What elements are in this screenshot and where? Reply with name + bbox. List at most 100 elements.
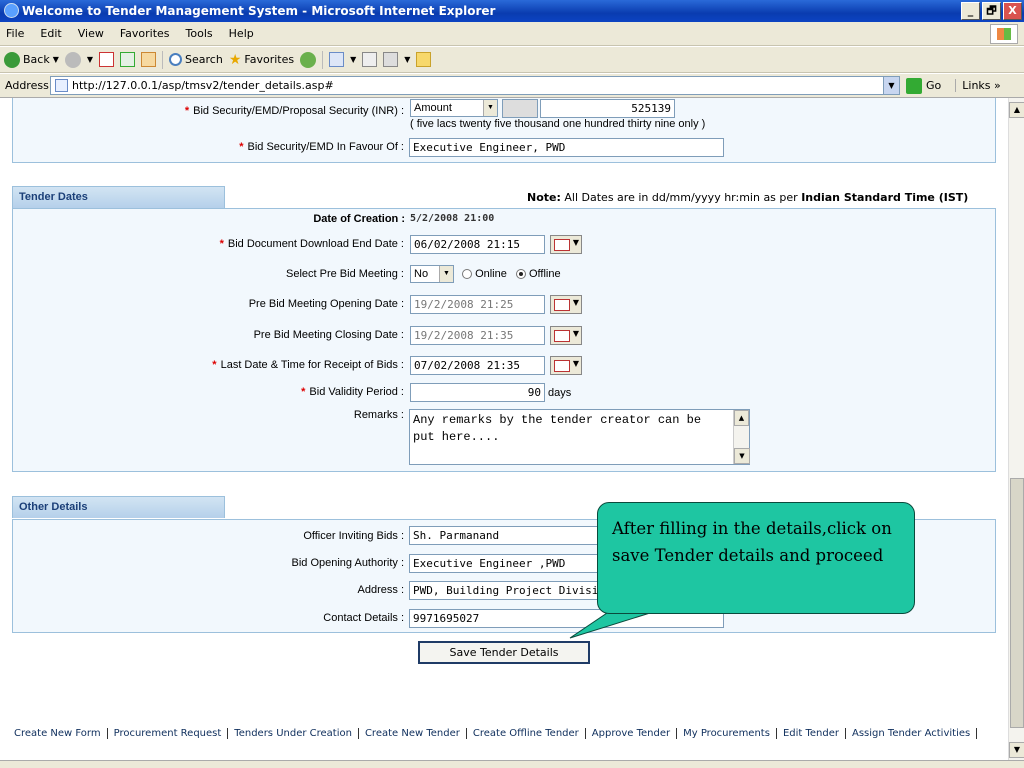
scroll-down-icon[interactable]: ▼ xyxy=(1009,742,1024,758)
footer-link[interactable]: Create Offline Tender xyxy=(467,728,586,739)
status-bar xyxy=(0,760,1024,768)
window-title-bar: Welcome to Tender Management System - Mi… xyxy=(0,0,1024,22)
remarks-textarea[interactable]: Any remarks by the tender creator can be… xyxy=(409,409,750,465)
go-button[interactable]: Go xyxy=(906,77,941,94)
bid-validity-label: * Bid Validity Period : xyxy=(301,386,404,398)
window-controls: _ 🗗 X xyxy=(961,2,1022,20)
chevron-down-icon: ▼ xyxy=(483,100,497,116)
calendar-icon[interactable]: ▼ xyxy=(550,235,582,254)
print-icon[interactable] xyxy=(362,52,378,67)
menu-bar: File Edit View Favorites Tools Help xyxy=(0,22,1024,46)
menu-edit[interactable]: Edit xyxy=(40,27,61,40)
officer-label: Officer Inviting Bids : xyxy=(303,530,404,542)
bid-security-favour-input[interactable]: Executive Engineer, PWD xyxy=(409,138,724,157)
footer-link[interactable]: Edit Tender xyxy=(777,728,846,739)
scroll-thumb[interactable] xyxy=(1010,478,1024,728)
window-title: Welcome to Tender Management System - Mi… xyxy=(22,4,496,18)
folder-icon[interactable] xyxy=(416,52,432,67)
footer-link[interactable]: Create New Tender xyxy=(359,728,467,739)
footer-link[interactable]: Create New Form xyxy=(8,728,108,739)
footer-link[interactable]: Procurement Request xyxy=(108,728,229,739)
footer-link[interactable]: Approve Tender xyxy=(586,728,678,739)
scroll-up-icon[interactable]: ▲ xyxy=(1009,102,1024,118)
address-bar: Address http://127.0.0.1/asp/tmsv2/tende… xyxy=(0,74,1024,98)
address-input[interactable]: http://127.0.0.1/asp/tmsv2/tender_detail… xyxy=(50,76,900,95)
footer-link[interactable]: My Procurements xyxy=(677,728,777,739)
favorites-button[interactable]: ★ Favorites xyxy=(229,52,294,68)
contact-label: Contact Details : xyxy=(323,612,404,624)
pre-bid-opening-label: Pre Bid Meeting Opening Date : xyxy=(248,298,404,310)
edit-icon[interactable] xyxy=(383,52,399,67)
star-icon: ★ xyxy=(228,51,242,68)
go-arrow-icon xyxy=(906,77,922,94)
calendar-icon[interactable]: ▼ xyxy=(550,356,582,375)
bid-security-label: * Bid Security/EMD/Proposal Security (INR… xyxy=(184,105,404,117)
page-scrollbar[interactable]: ▲ ▼ xyxy=(1008,98,1024,760)
creation-date-label: Date of Creation : xyxy=(313,213,405,225)
pre-bid-opening-input[interactable]: 19/2/2008 21:25 xyxy=(410,295,545,314)
validity-unit: days xyxy=(548,387,572,399)
page-icon xyxy=(55,79,68,92)
menu-tools[interactable]: Tools xyxy=(186,27,213,40)
remarks-scrollbar[interactable]: ▲ ▼ xyxy=(733,410,750,464)
amount-in-words: ( five lacs twenty five thousand one hun… xyxy=(410,118,706,130)
browser-toolbar: Back ▼ ▼ Search ★ Favorites ▼ ▼ xyxy=(0,47,1024,73)
footer-nav: Create New Form Procurement Request Tend… xyxy=(0,718,1008,760)
pre-bid-meeting-label: Select Pre Bid Meeting : xyxy=(285,268,404,280)
callout-annotation: After filling in the details,click on sa… xyxy=(597,502,915,614)
stop-icon[interactable] xyxy=(99,52,115,67)
calendar-icon[interactable]: ▼ xyxy=(550,295,582,314)
mail-icon[interactable] xyxy=(329,52,345,67)
menu-help[interactable]: Help xyxy=(229,27,254,40)
chevron-down-icon: ▼ xyxy=(439,266,453,282)
pre-bid-meeting-select[interactable]: No ▼ xyxy=(410,265,454,283)
search-button[interactable]: Search xyxy=(169,53,223,66)
bid-security-favour-label: * Bid Security/EMD In Favour Of : xyxy=(239,141,404,153)
save-tender-details-button[interactable]: Save Tender Details xyxy=(418,641,590,664)
receipt-date-label: * Last Date & Time for Receipt of Bids : xyxy=(212,359,404,371)
history-icon[interactable] xyxy=(300,51,317,68)
back-arrow-icon xyxy=(4,51,20,68)
tender-dates-header: Tender Dates xyxy=(12,186,225,208)
authority-label: Bid Opening Authority : xyxy=(291,557,404,569)
scroll-up-icon: ▲ xyxy=(734,410,749,426)
download-end-input[interactable]: 06/02/2008 21:15 xyxy=(410,235,545,254)
menu-file[interactable]: File xyxy=(6,27,24,40)
pre-bid-closing-label: Pre Bid Meeting Closing Date : xyxy=(253,329,404,341)
refresh-icon[interactable] xyxy=(120,52,136,67)
restore-button[interactable]: 🗗 xyxy=(982,2,1001,20)
receipt-date-input[interactable]: 07/02/2008 21:35 xyxy=(410,356,545,375)
address-label: Address xyxy=(5,79,49,92)
remarks-label: Remarks : xyxy=(353,409,404,421)
footer-link[interactable]: Assign Tender Activities xyxy=(846,728,978,739)
links-button[interactable]: Links » xyxy=(955,79,1001,92)
calendar-icon[interactable]: ▼ xyxy=(550,326,582,345)
pre-bid-closing-input[interactable]: 19/2/2008 21:35 xyxy=(410,326,545,345)
page-viewport: * Bid Security/EMD/Proposal Security (INR… xyxy=(0,98,1008,760)
minimize-button[interactable]: _ xyxy=(961,2,980,20)
back-button[interactable]: Back ▼ xyxy=(4,51,59,68)
address-dropdown-icon[interactable]: ▼ xyxy=(883,77,899,94)
menu-view[interactable]: View xyxy=(78,27,104,40)
dates-note: Note: All Dates are in dd/mm/yyyy hr:min… xyxy=(527,191,969,204)
pre-bid-radio-group: Online Offline xyxy=(462,268,561,280)
bid-security-blank-field[interactable] xyxy=(502,99,538,118)
online-radio[interactable] xyxy=(462,269,472,280)
forward-arrow-icon[interactable] xyxy=(64,51,81,68)
offline-radio[interactable] xyxy=(515,269,526,280)
address-label-field: Address : xyxy=(357,584,404,596)
bid-security-type-select[interactable]: Amount ▼ xyxy=(410,99,498,117)
back-label: Back xyxy=(23,53,50,66)
windows-logo-icon xyxy=(990,24,1018,44)
home-icon[interactable] xyxy=(141,52,157,67)
address-url: http://127.0.0.1/asp/tmsv2/tender_detail… xyxy=(72,79,334,92)
ie-logo-icon xyxy=(4,3,19,18)
bid-validity-input[interactable]: 90 xyxy=(410,383,545,402)
creation-date-value: 5/2/2008 21:00 xyxy=(410,213,495,224)
close-button[interactable]: X xyxy=(1003,2,1022,20)
search-icon xyxy=(169,53,183,66)
download-end-label: * Bid Document Download End Date : xyxy=(219,238,404,250)
menu-favorites[interactable]: Favorites xyxy=(120,27,170,40)
bid-security-amount-input[interactable]: 525139 xyxy=(540,99,675,118)
footer-link[interactable]: Tenders Under Creation xyxy=(228,728,359,739)
